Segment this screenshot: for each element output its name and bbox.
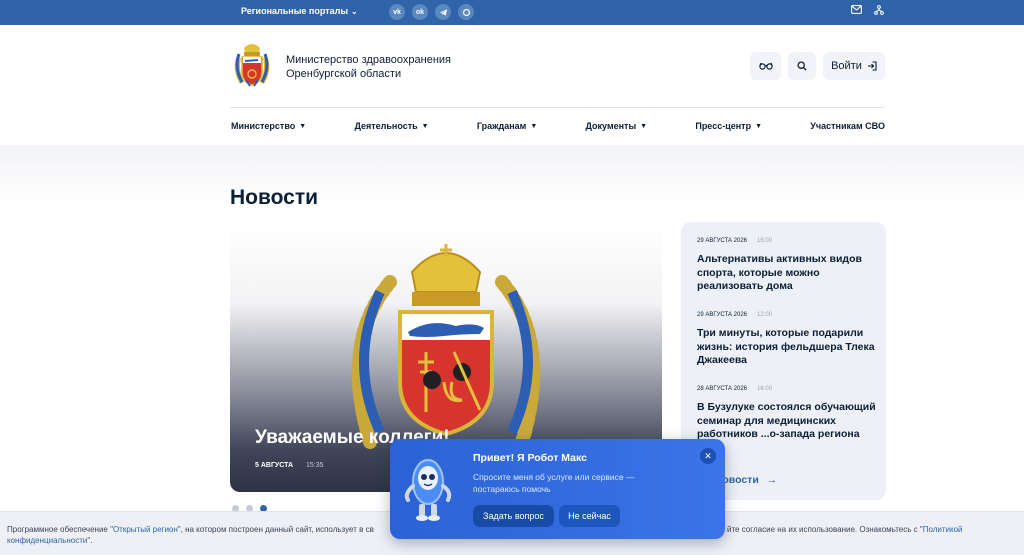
header-divider [230,107,885,108]
privacy-policy-link[interactable]: Политикой [923,525,963,534]
sitemap-icon[interactable] [874,5,884,18]
news-meta: 29 АВГУСТА 2026 16:00 [697,238,877,244]
mail-icon[interactable] [851,5,862,18]
news-item[interactable]: 29 АВГУСТА 2026 12:00 Три минуты, которые… [697,312,877,368]
news-meta: 28 АВГУСТА 2026 16:00 [697,386,877,392]
glasses-icon [758,62,773,70]
chatbot-popup: Привет! Я Робот Макс Спросите меня об ус… [390,439,725,539]
robot-max-icon [404,459,452,521]
cookie-text-line1: Программное обеспечение "Открытый регион… [7,525,374,534]
odnoklassniki-icon[interactable]: ok [412,4,428,20]
news-time: 12:00 [757,312,773,318]
all-news-link[interactable]: новости → [716,474,777,486]
login-label: Войти [831,60,862,72]
nav-item-citizens[interactable]: Гражданам ▼ [477,121,537,131]
chevron-down-icon: ⌄ [351,6,358,16]
sign-in-icon [867,61,877,71]
chevron-down-icon: ▼ [755,122,763,130]
nav-item-activity[interactable]: Деятельность ▼ [354,121,428,131]
regional-portals-label: Региональные порталы [241,6,349,16]
news-time: 16:00 [757,386,773,392]
news-date: 29 АВГУСТА 2026 [697,238,748,244]
search-icon [797,61,807,71]
nav-item-documents[interactable]: Документы ▼ [586,121,648,131]
chevron-down-icon: ▼ [640,122,648,130]
chevron-down-icon: ▼ [299,122,307,130]
news-title[interactable]: Альтернативы активных видов спорта, кото… [697,253,877,294]
login-button[interactable]: Войти [823,52,885,80]
vk-icon[interactable]: vk [389,4,405,20]
news-title[interactable]: В Бузулуке состоялся обучающий семинар д… [697,401,877,442]
not-now-button[interactable]: Не сейчас [559,505,620,527]
news-date: 29 АВГУСТА 2026 [697,312,748,318]
news-title[interactable]: Три минуты, которые подарили жизнь: исто… [697,327,877,368]
coat-of-arms-logo[interactable] [230,38,274,90]
nav-item-label: Участникам СВО [810,121,885,131]
top-bar: Региональные порталы ⌄ vk ok [0,0,1024,25]
nav-item-label: Деятельность [354,121,418,131]
search-button[interactable] [788,52,816,80]
slide-time: 15:35 [306,462,324,469]
max-icon[interactable] [458,4,474,20]
news-meta: 29 АВГУСТА 2026 12:00 [697,312,877,318]
arrow-right-icon: → [766,474,778,486]
open-region-link[interactable]: Открытый регион [113,525,178,534]
news-item[interactable]: 29 АВГУСТА 2026 16:00 Альтернативы активн… [697,238,877,294]
regional-portals-dropdown[interactable]: Региональные порталы ⌄ [241,6,358,16]
cookie-text-right: йте согласие на их использование. Ознако… [727,525,963,534]
main-navigation: Министерство ▼ Деятельность ▼ Гражданам ▼ Д… [231,121,885,131]
organization-name[interactable]: Министерство здравоохранения Оренбургско… [286,53,476,81]
nav-item-label: Документы [585,121,637,131]
chatbot-title: Привет! Я Робот Макс [473,452,587,464]
nav-item-label: Гражданам [476,121,527,131]
ask-question-button[interactable]: Задать вопрос [473,505,554,527]
nav-item-ministry[interactable]: Министерство ▼ [231,121,306,131]
nav-item-press-center[interactable]: Пресс-центр ▼ [695,121,762,131]
nav-item-label: Пресс-центр [695,121,752,131]
news-item[interactable]: 28 АВГУСТА 2026 16:00 В Бузулуке состоялс… [697,386,877,442]
slide-date: 5 АВГУСТА [255,462,294,469]
news-time: 16:00 [757,238,773,244]
top-right-icons [851,5,884,18]
cookie-text-line2: конфиденциальности". [7,536,93,545]
chevron-down-icon: ▼ [421,122,429,130]
nav-item-label: Министерство [231,121,296,131]
telegram-icon[interactable] [435,4,451,20]
accessibility-button[interactable] [750,52,781,80]
chevron-down-icon: ▼ [530,122,538,130]
page-title: Новости [230,186,319,209]
privacy-policy-link-cont[interactable]: конфиденциальности [7,536,87,545]
news-date: 28 АВГУСТА 2026 [697,386,748,392]
chatbot-text: Спросите меня об услуге или сервисе — по… [473,472,635,494]
social-links: vk ok [389,4,474,20]
nav-item-svo-participants[interactable]: Участникам СВО [810,121,885,131]
close-icon[interactable]: ✕ [700,448,716,464]
